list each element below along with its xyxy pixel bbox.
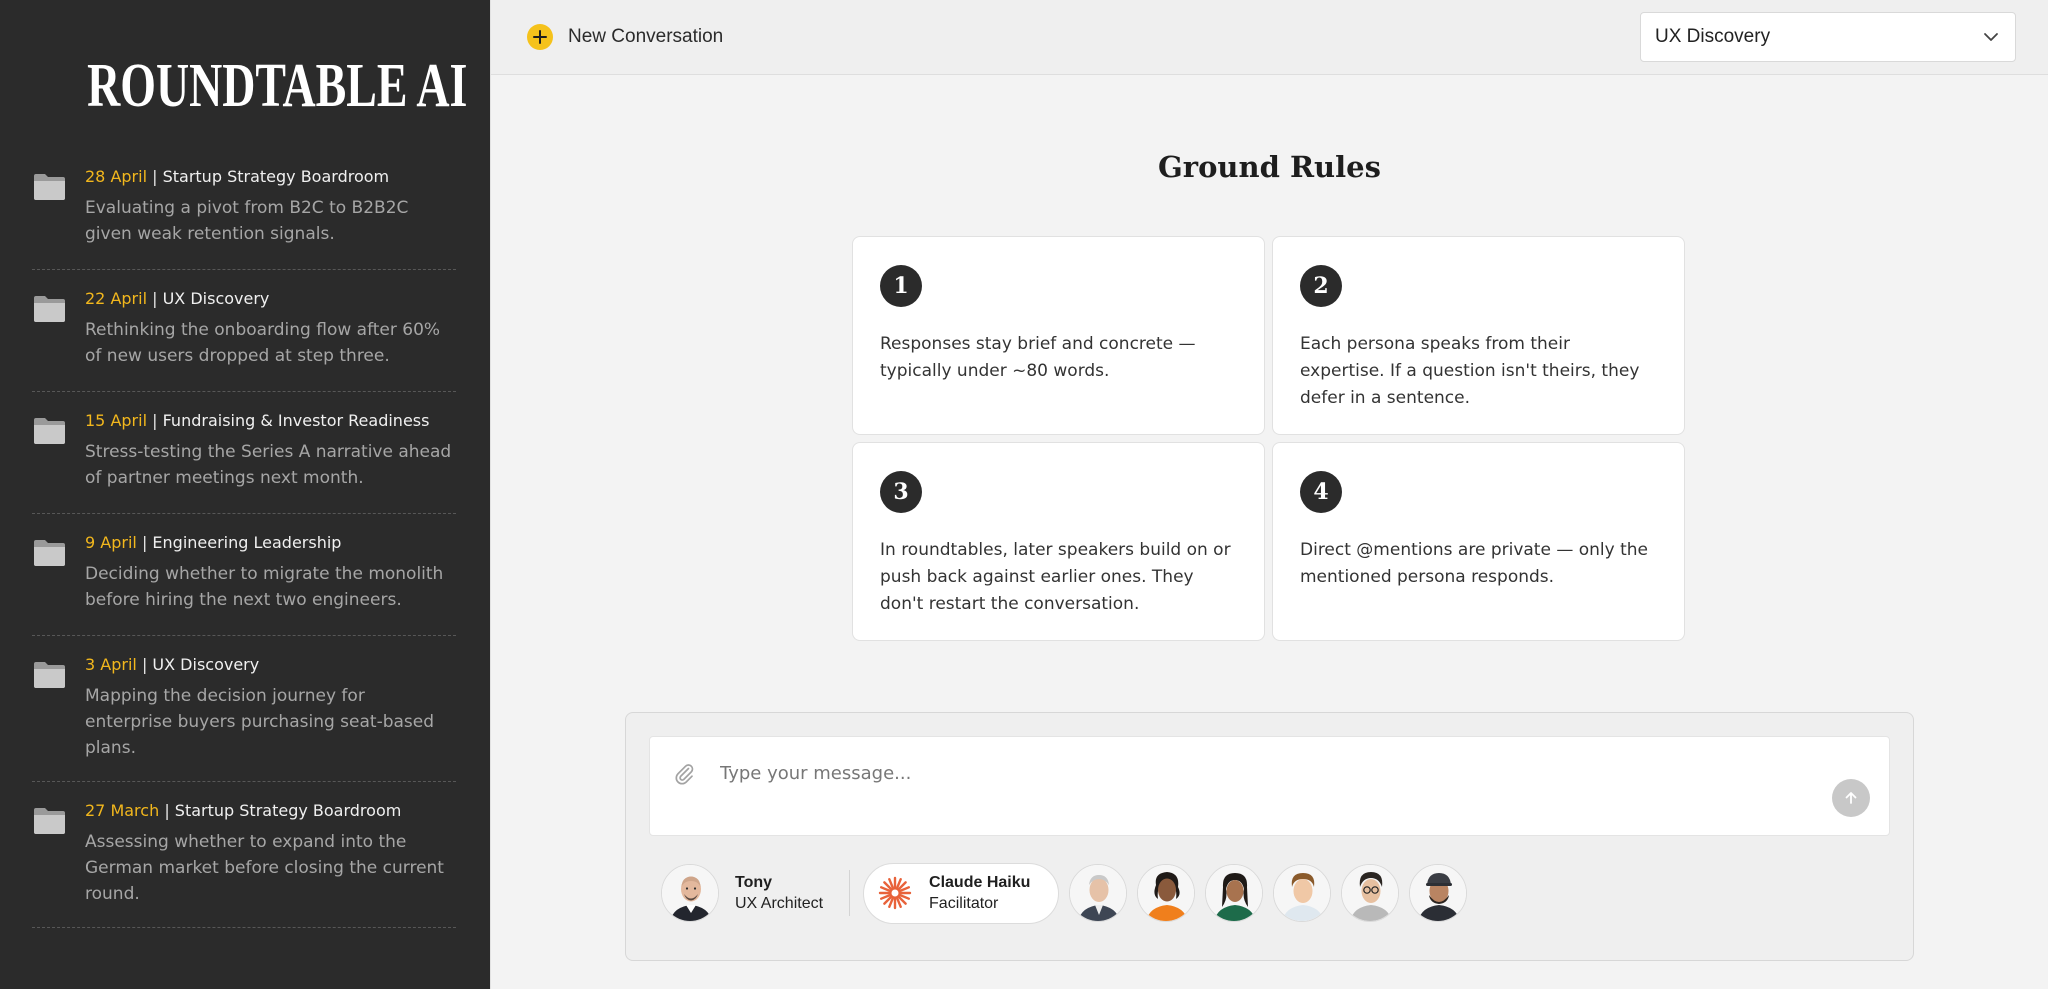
active-persona-meta: Tony UX Architect — [735, 872, 823, 914]
persona-name: Tony — [735, 874, 773, 891]
rule-card: 2 Each persona speaks from their experti… — [1272, 236, 1685, 435]
conversation-board: UX Discovery — [152, 655, 260, 674]
chevron-down-icon — [1984, 33, 1998, 41]
new-conversation-button[interactable]: New Conversation — [527, 24, 723, 50]
conversation-text: 28 April | Startup Strategy Boardroom Ev… — [85, 166, 456, 249]
app-root: ROUNDTABLE AI 28 April | Startup Strateg… — [0, 0, 2048, 989]
conversation-date: 3 April — [85, 655, 137, 674]
conversation-header: 27 March | Startup Strategy Boardroom — [85, 800, 456, 822]
separator: | — [141, 655, 148, 674]
conversation-board: Startup Strategy Boardroom — [174, 801, 402, 820]
conversation-text: 22 April | UX Discovery Rethinking the o… — [85, 288, 456, 371]
conversation-board: UX Discovery — [162, 289, 270, 308]
separator: | — [164, 801, 170, 820]
conversation-text: 27 March | Startup Strategy Boardroom As… — [85, 800, 456, 907]
persona-role: UX Architect — [735, 895, 824, 912]
conversation-header: 3 April | UX Discovery — [85, 654, 456, 676]
rule-number: 4 — [1300, 471, 1342, 513]
conversation-item[interactable]: 15 April | Fundraising & Investor Readin… — [32, 392, 456, 514]
board-select[interactable]: UX Discovery — [1640, 12, 2016, 62]
conversation-board: Fundraising & Investor Readiness — [162, 411, 430, 430]
conversation-date: 9 April — [85, 533, 137, 552]
conversation-text: 9 April | Engineering Leadership Decidin… — [85, 532, 456, 615]
conversation-item[interactable]: 9 April | Engineering Leadership Decidin… — [32, 514, 456, 636]
facilitator-role: Facilitator — [929, 895, 999, 912]
send-arrow-icon — [1845, 792, 1857, 804]
rule-text: Responses stay brief and concrete — typi… — [880, 334, 1196, 381]
conversation-description: Assessing whether to expand into the Ger… — [85, 832, 444, 904]
separator: | — [152, 289, 158, 308]
facilitator-name: Claude Haiku — [929, 874, 1031, 891]
message-input[interactable] — [720, 757, 1800, 789]
conversation-date: 27 March — [85, 801, 160, 820]
folder-icon — [34, 540, 65, 566]
persona-avatar[interactable] — [1137, 864, 1196, 922]
rule-card: 1 Responses stay brief and concrete — ty… — [852, 236, 1265, 435]
main-panel: New Conversation UX Discovery Ground Rul… — [490, 0, 2048, 989]
persona-avatar[interactable] — [1069, 864, 1128, 922]
conversation-header: 9 April | Engineering Leadership — [85, 532, 456, 554]
separator: | — [141, 533, 148, 552]
conversation-date: 15 April — [85, 411, 148, 430]
conversation-list: 28 April | Startup Strategy Boardroom Ev… — [32, 148, 456, 928]
conversation-header: 15 April | Fundraising & Investor Readin… — [85, 410, 456, 432]
send-button[interactable] — [1832, 779, 1870, 817]
folder-icon — [34, 808, 65, 834]
top-bar: New Conversation UX Discovery — [491, 0, 2048, 75]
new-conversation-label: New Conversation — [568, 26, 724, 47]
conversation-text: 15 April | Fundraising & Investor Readin… — [85, 410, 456, 493]
conversation-item[interactable]: 27 March | Startup Strategy Boardroom As… — [32, 782, 456, 928]
rule-card: 4 Direct @mentions are private — only th… — [1272, 442, 1685, 641]
board-select-value: UX Discovery — [1655, 26, 1771, 47]
conversation-description: Evaluating a pivot from B2C to B2B2C giv… — [85, 198, 409, 244]
conversation-item[interactable]: 28 April | Startup Strategy Boardroom Ev… — [32, 148, 456, 270]
folder-icon — [34, 174, 65, 200]
conversation-item[interactable]: 3 April | UX Discovery Mapping the decis… — [32, 636, 456, 782]
facilitator-chip[interactable]: Claude Haiku Facilitator — [863, 862, 1060, 924]
active-persona[interactable]: Tony UX Architect — [661, 864, 851, 922]
paperclip-icon[interactable] — [672, 761, 696, 785]
claude-starburst-icon — [878, 876, 912, 910]
persona-avatar[interactable] — [1205, 864, 1264, 922]
ground-rules-grid: 1 Responses stay brief and concrete — ty… — [852, 236, 1687, 641]
rule-text: Direct @mentions are private — only the … — [1300, 540, 1648, 587]
sidebar: ROUNDTABLE AI 28 April | Startup Strateg… — [0, 0, 490, 989]
rule-card: 3 In roundtables, later speakers build o… — [852, 442, 1265, 641]
folder-icon — [34, 662, 65, 688]
persona-avatar[interactable] — [1409, 864, 1468, 922]
conversation-description: Deciding whether to migrate the monolith… — [85, 564, 444, 610]
folder-icon — [34, 296, 65, 322]
app-logo: ROUNDTABLE AI — [87, 52, 468, 120]
ground-rules-title: Ground Rules — [1158, 150, 1381, 184]
separator: | — [152, 167, 158, 186]
persona-selector: Tony UX Architect Claude Haiku Facilitat… — [661, 862, 1468, 924]
message-composer: Tony UX Architect — [625, 712, 1914, 961]
conversation-description: Stress-testing the Series A narrative ah… — [85, 442, 452, 488]
rule-text: Each persona speaks from their expertise… — [1300, 334, 1640, 408]
plus-icon — [527, 24, 553, 50]
persona-avatar[interactable] — [1341, 864, 1400, 922]
message-box — [649, 736, 1890, 836]
conversation-date: 22 April — [85, 289, 148, 308]
conversation-text: 3 April | UX Discovery Mapping the decis… — [85, 654, 456, 761]
rule-text: In roundtables, later speakers build on … — [880, 540, 1231, 614]
avatar-tony — [661, 864, 719, 922]
facilitator-meta: Claude Haiku Facilitator — [929, 872, 1030, 914]
conversation-description: Mapping the decision journey for enterpr… — [85, 686, 435, 758]
persona-avatar[interactable] — [1273, 864, 1332, 922]
conversation-board: Engineering Leadership — [152, 533, 342, 552]
conversation-item[interactable]: 22 April | UX Discovery Rethinking the o… — [32, 270, 456, 392]
conversation-board: Startup Strategy Boardroom — [162, 167, 390, 186]
persona-avatar-list — [1069, 864, 1468, 922]
rule-number: 3 — [880, 471, 922, 513]
separator: | — [152, 411, 158, 430]
rule-number: 1 — [880, 265, 922, 307]
folder-icon — [34, 418, 65, 444]
conversation-description: Rethinking the onboarding flow after 60%… — [85, 320, 441, 366]
conversation-header: 22 April | UX Discovery — [85, 288, 456, 310]
conversation-date: 28 April — [85, 167, 148, 186]
conversation-header: 28 April | Startup Strategy Boardroom — [85, 166, 456, 188]
rule-number: 2 — [1300, 265, 1342, 307]
